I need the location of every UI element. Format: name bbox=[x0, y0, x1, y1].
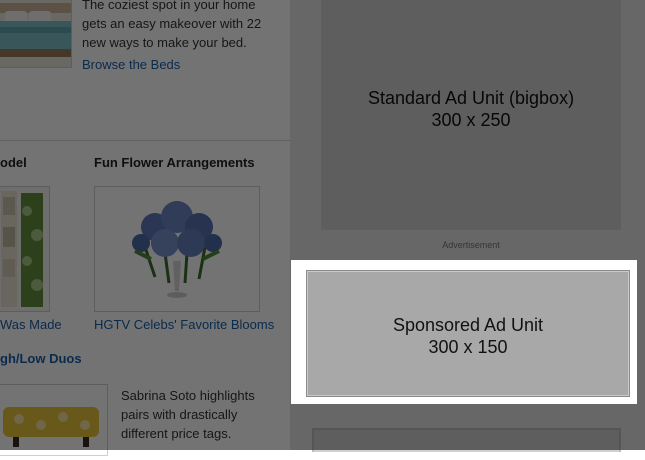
standard-ad-label: Standard Ad Unit (bigbox) 300 x 250 bbox=[321, 87, 621, 131]
bookshelf-image bbox=[0, 187, 49, 311]
page: The coziest spot in your home gets an ea… bbox=[0, 0, 645, 456]
sponsored-ad-size: 300 x 150 bbox=[428, 337, 508, 357]
celeb-blooms-link[interactable]: HGTV Celebs' Favorite Blooms bbox=[94, 317, 274, 332]
high-low-heading[interactable]: gh/Low Duos bbox=[0, 351, 82, 366]
ottoman-image bbox=[0, 385, 107, 455]
next-ad-unit[interactable] bbox=[312, 428, 621, 452]
flower-vase-image bbox=[95, 187, 259, 311]
section-divider bbox=[0, 140, 290, 141]
ottoman-thumbnail[interactable] bbox=[0, 384, 108, 456]
beds-description: The coziest spot in your home gets an ea… bbox=[82, 0, 262, 50]
sponsored-ad-unit[interactable]: Sponsored Ad Unit 300 x 150 bbox=[306, 270, 630, 397]
flowers-heading: Fun Flower Arrangements bbox=[94, 155, 255, 170]
remodel-thumbnail[interactable] bbox=[0, 186, 50, 312]
standard-ad-size: 300 x 250 bbox=[431, 110, 511, 130]
high-low-description: Sabrina Soto highlights pairs with drast… bbox=[121, 388, 255, 441]
browse-beds-link[interactable]: Browse the Beds bbox=[82, 57, 180, 72]
bed-thumbnail[interactable] bbox=[0, 0, 72, 68]
remodel-link[interactable]: Was Made bbox=[0, 317, 62, 332]
sponsored-ad-title: Sponsored Ad Unit bbox=[392, 315, 544, 335]
standard-ad-unit[interactable]: Standard Ad Unit (bigbox) 300 x 250 bbox=[321, 0, 621, 230]
bed-image bbox=[0, 0, 71, 67]
sponsored-ad-label: Sponsored Ad Unit 300 x 150 bbox=[307, 314, 629, 358]
advertisement-caption: Advertisement bbox=[442, 240, 500, 250]
remodel-heading: odel bbox=[0, 155, 27, 170]
standard-ad-title: Standard Ad Unit (bigbox) bbox=[367, 88, 575, 108]
content-column: The coziest spot in your home gets an ea… bbox=[0, 0, 290, 456]
sponsored-ad-highlight: Sponsored Ad Unit 300 x 150 bbox=[291, 260, 637, 404]
flowers-thumbnail[interactable] bbox=[94, 186, 260, 312]
